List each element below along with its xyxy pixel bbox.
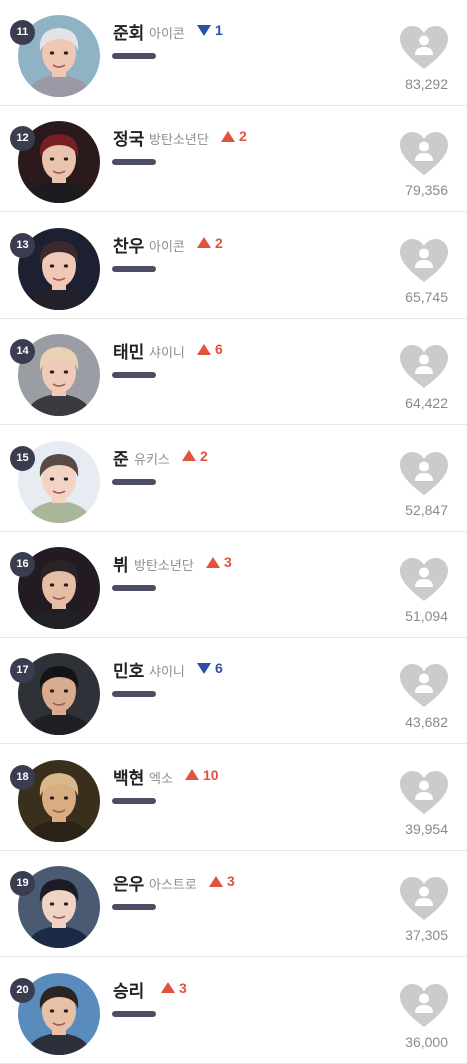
rank-badge: 15 (10, 445, 35, 471)
rank-badge: 16 (10, 552, 35, 577)
rank-change-value: 10 (203, 766, 219, 783)
rank-change-value: 6 (215, 341, 223, 358)
heart-vote-icon[interactable] (400, 345, 448, 389)
vote-count: 37,305 (405, 927, 448, 944)
artist-name[interactable]: 태민 (113, 338, 144, 363)
rank-badge: 20 (10, 977, 35, 1003)
vote-count: 79,356 (405, 182, 448, 199)
rank-change-value: 1 (215, 22, 223, 38)
ranking-row[interactable]: 18 백현 엑소 10 39,954 (0, 745, 467, 851)
rank-change: 2 (197, 234, 223, 252)
group-name: 아이콘 (149, 239, 185, 255)
artist-name[interactable]: 찬우 (113, 232, 144, 257)
rank-change: 3 (161, 979, 187, 997)
vote-bar (112, 265, 156, 272)
arrow-up-icon (197, 237, 211, 249)
heart-vote-icon[interactable] (400, 558, 448, 602)
heart-vote-icon[interactable] (400, 451, 448, 496)
heart-vote-icon[interactable] (400, 132, 448, 176)
artist-name[interactable]: 민호 (113, 657, 144, 682)
arrow-down-icon (197, 662, 211, 674)
rank-change-value: 3 (227, 873, 235, 890)
vote-bar (112, 1010, 156, 1017)
heart-vote-icon[interactable] (400, 983, 448, 1028)
rank-change-value: 3 (224, 554, 232, 570)
rank-change: 3 (206, 553, 232, 571)
group-name: 샤이니 (149, 665, 185, 681)
heart-vote-icon[interactable] (400, 770, 448, 815)
ranking-row[interactable]: 16 뷔 방탄소년단 3 51,094 (0, 532, 467, 638)
rank-badge: 18 (10, 764, 35, 790)
rank-change: 6 (197, 340, 223, 358)
arrow-up-icon (197, 343, 211, 355)
vote-count: 64,422 (405, 395, 448, 412)
vote-count: 51,094 (405, 608, 448, 624)
vote-count: 39,954 (405, 820, 448, 837)
ranking-row[interactable]: 17 민호 샤이니 6 43,682 (0, 638, 467, 745)
artist-name[interactable]: 정국 (113, 125, 144, 150)
vote-count: 52,847 (405, 501, 448, 518)
ranking-row[interactable]: 12 정국 방탄소년단 2 79,356 (0, 106, 467, 213)
vote-bar (112, 904, 156, 911)
heart-vote-icon[interactable] (400, 26, 448, 70)
group-name: 아이콘 (149, 27, 185, 42)
arrow-up-icon (185, 769, 199, 781)
rank-change: 10 (185, 766, 219, 784)
artist-name[interactable]: 준회 (113, 19, 144, 44)
arrow-up-icon (182, 450, 196, 462)
vote-count: 36,000 (405, 1033, 448, 1050)
vote-count: 43,682 (405, 714, 448, 731)
ranking-row[interactable]: 15 준 유키스 2 52,847 (0, 426, 467, 532)
artist-name[interactable]: 백현 (113, 764, 144, 789)
rank-change-value: 6 (215, 660, 223, 677)
rank-change-value: 2 (215, 234, 223, 251)
rank-change-value: 2 (239, 128, 247, 145)
vote-bar (112, 478, 156, 485)
artist-name[interactable]: 준 (113, 445, 129, 470)
rank-change: 2 (221, 127, 247, 145)
ranking-row[interactable]: 19 은우 아스트로 3 37,305 (0, 851, 467, 958)
group-name: 엑소 (149, 771, 173, 787)
artist-name[interactable]: 승리 (113, 977, 144, 1002)
vote-bar (112, 159, 156, 166)
rank-change-value: 3 (179, 979, 187, 996)
group-name: 유키스 (134, 452, 170, 468)
heart-vote-icon[interactable] (400, 238, 448, 283)
artist-name[interactable]: 뷔 (113, 551, 129, 576)
group-name: 방탄소년단 (149, 133, 209, 149)
vote-bar (112, 691, 156, 698)
artist-name[interactable]: 은우 (113, 870, 144, 895)
arrow-down-icon (197, 24, 211, 36)
group-name: 아스트로 (149, 878, 197, 894)
ranking-row[interactable]: 14 태민 샤이니 6 64,422 (0, 319, 467, 426)
rank-change-value: 2 (200, 447, 208, 464)
arrow-up-icon (209, 875, 223, 887)
rank-change: 2 (182, 447, 208, 465)
vote-bar (112, 53, 156, 59)
rank-badge: 11 (10, 20, 35, 45)
rank-change: 6 (197, 659, 223, 677)
group-name: 샤이니 (149, 346, 185, 362)
heart-vote-icon[interactable] (400, 664, 448, 708)
vote-count: 83,292 (405, 76, 448, 92)
group-name: 방탄소년단 (134, 559, 194, 574)
ranking-row[interactable]: 20 승리 3 36,000 (0, 958, 467, 1064)
ranking-row[interactable]: 13 찬우 아이콘 2 65,745 (0, 213, 467, 319)
rank-change: 1 (197, 21, 223, 39)
vote-bar (112, 797, 156, 804)
vote-bar (112, 585, 156, 591)
arrow-up-icon (161, 982, 175, 994)
ranking-list: 11 준회 아이콘 1 83,292 12 정국 방탄소년단 2 79,356 13 찬우 아이콘 2 65… (0, 0, 467, 1064)
vote-count: 65,745 (405, 288, 448, 305)
ranking-row[interactable]: 11 준회 아이콘 1 83,292 (0, 0, 467, 106)
rank-badge: 13 (10, 232, 35, 258)
vote-bar (112, 372, 156, 379)
rank-change: 3 (209, 872, 235, 890)
arrow-up-icon (206, 556, 220, 568)
arrow-up-icon (221, 130, 235, 142)
heart-vote-icon[interactable] (400, 877, 448, 921)
